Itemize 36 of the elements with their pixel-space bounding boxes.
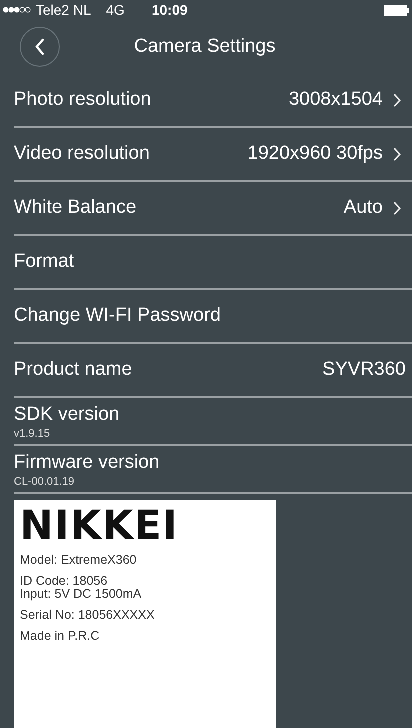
back-icon: [34, 38, 46, 56]
chevron-icon: [393, 200, 402, 216]
screen-title: Camera Settings: [133, 36, 277, 58]
settings-row[interactable]: Format: [14, 236, 412, 290]
row-label: Product name: [14, 359, 134, 381]
label-text: Model: ExtremeX360: [20, 554, 137, 567]
row-value: SYVR360: [322, 359, 406, 381]
settings-row[interactable]: Video resolution 1920x960 30fps: [14, 128, 412, 182]
row-value: Auto: [344, 197, 383, 219]
battery-icon: [384, 4, 410, 16]
row-value: 1920x960 30fps: [248, 143, 383, 165]
row-label: Change WI-FI Password: [14, 305, 222, 327]
row-label: Video resolution: [14, 143, 151, 165]
row-label: Format: [14, 251, 76, 273]
label-text: Input: 5V DC 1500mA: [20, 588, 142, 601]
row-value: v1.9.15: [14, 428, 50, 440]
label-text: Serial No: 18056XXXXX: [20, 609, 155, 622]
settings-row[interactable]: Change WI-FI Password: [14, 290, 412, 344]
chevron-icon: [393, 146, 402, 162]
row-value: 3008x1504: [288, 89, 383, 111]
chevron-icon: [393, 92, 402, 108]
signal-icon: [3, 7, 31, 13]
label-text: ID Code: 18056: [20, 575, 108, 588]
back-button[interactable]: [20, 27, 60, 67]
row-label: White Balance: [14, 197, 138, 219]
settings-row[interactable]: White Balance Auto: [14, 182, 412, 236]
network-text: 4G: [106, 2, 125, 18]
brand-logo: NIKKEI: [20, 506, 179, 546]
settings-row[interactable]: Photo resolution 3008x1504: [14, 74, 412, 128]
row-label: SDK version: [14, 404, 120, 426]
label-text: Made in P.R.C: [20, 630, 100, 643]
row-label: Photo resolution: [14, 89, 152, 111]
row-label: Firmware version: [14, 452, 160, 474]
carrier-text: Tele2 NL: [36, 2, 92, 18]
clock-text: 10:09: [152, 2, 188, 18]
row-value: CL-00.01.19: [14, 476, 75, 488]
